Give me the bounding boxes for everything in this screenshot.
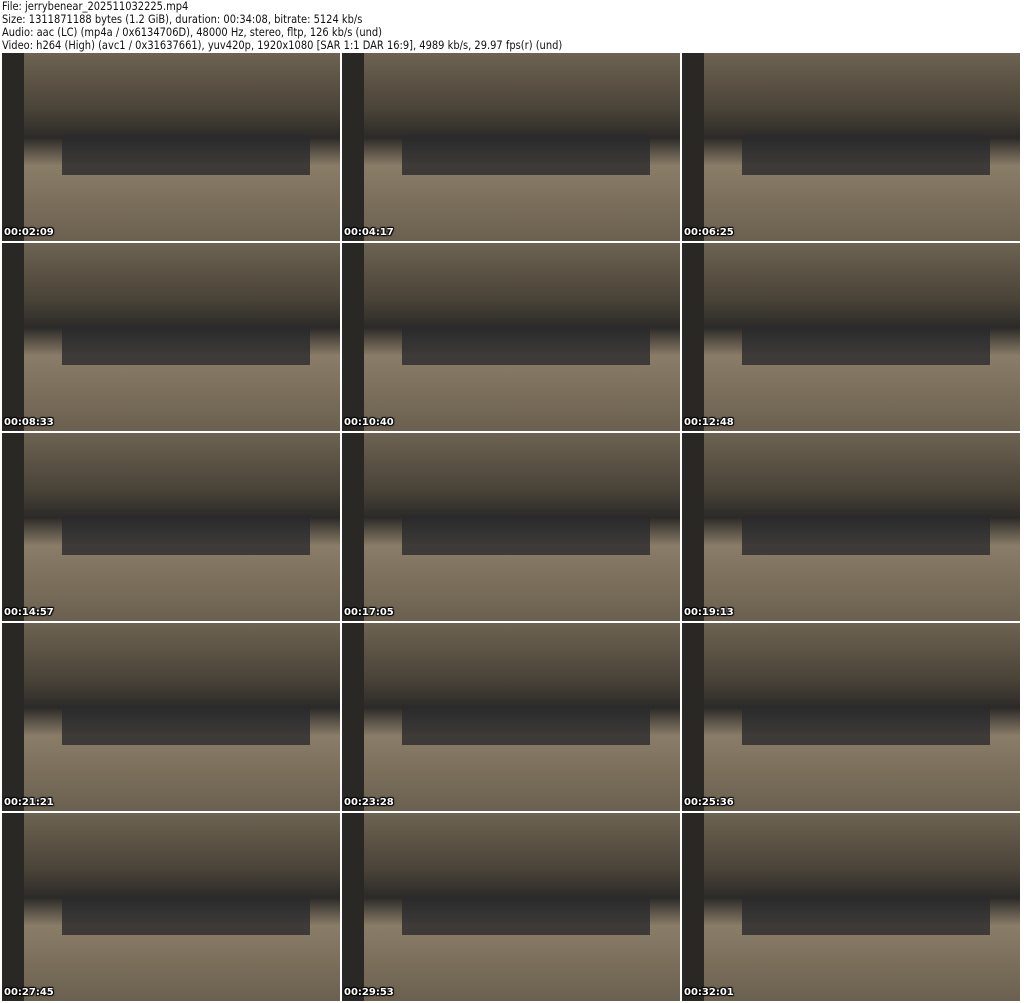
thumbnail-timestamp: 00:02:09 xyxy=(4,227,54,238)
video-thumbnail: 00:17:05 xyxy=(342,433,680,621)
video-thumbnail: 00:04:17 xyxy=(342,53,680,241)
thumbnail-timestamp: 00:32:01 xyxy=(684,987,734,998)
file-info-header: File: jerrybenear_202511032225.mp4 Size:… xyxy=(2,0,562,52)
thumbnail-timestamp: 00:17:05 xyxy=(344,607,394,618)
video-thumbnail: 00:32:01 xyxy=(682,813,1020,1001)
video-thumbnail: 00:21:21 xyxy=(2,623,340,811)
thumbnail-timestamp: 00:19:13 xyxy=(684,607,734,618)
video-thumbnail: 00:27:45 xyxy=(2,813,340,1001)
video-info: Video: h264 (High) (avc1 / 0x31637661), … xyxy=(2,38,563,52)
thumbnail-timestamp: 00:12:48 xyxy=(684,417,734,428)
video-thumbnail: 00:06:25 xyxy=(682,53,1020,241)
video-thumbnail: 00:02:09 xyxy=(2,53,340,241)
video-thumbnail: 00:12:48 xyxy=(682,243,1020,431)
thumbnail-timestamp: 00:29:53 xyxy=(344,987,394,998)
thumbnail-timestamp: 00:08:33 xyxy=(4,417,54,428)
thumbnail-timestamp: 00:06:25 xyxy=(684,227,734,238)
video-thumbnail: 00:23:28 xyxy=(342,623,680,811)
thumbnail-timestamp: 00:25:36 xyxy=(684,797,734,808)
thumbnail-timestamp: 00:27:45 xyxy=(4,987,54,998)
thumbnail-timestamp: 00:14:57 xyxy=(4,607,54,618)
thumbnail-timestamp: 00:23:28 xyxy=(344,797,394,808)
thumbnail-timestamp: 00:21:21 xyxy=(4,797,54,808)
thumbnail-timestamp: 00:10:40 xyxy=(344,417,394,428)
video-thumbnail: 00:10:40 xyxy=(342,243,680,431)
thumbnail-timestamp: 00:04:17 xyxy=(344,227,394,238)
video-thumbnail: 00:25:36 xyxy=(682,623,1020,811)
video-thumbnail: 00:08:33 xyxy=(2,243,340,431)
video-thumbnail: 00:14:57 xyxy=(2,433,340,621)
video-thumbnail: 00:29:53 xyxy=(342,813,680,1001)
video-thumbnail: 00:19:13 xyxy=(682,433,1020,621)
thumbnail-grid: 00:02:09 00:04:17 00:06:25 00:08:33 00:10:40… xyxy=(2,53,1020,1001)
